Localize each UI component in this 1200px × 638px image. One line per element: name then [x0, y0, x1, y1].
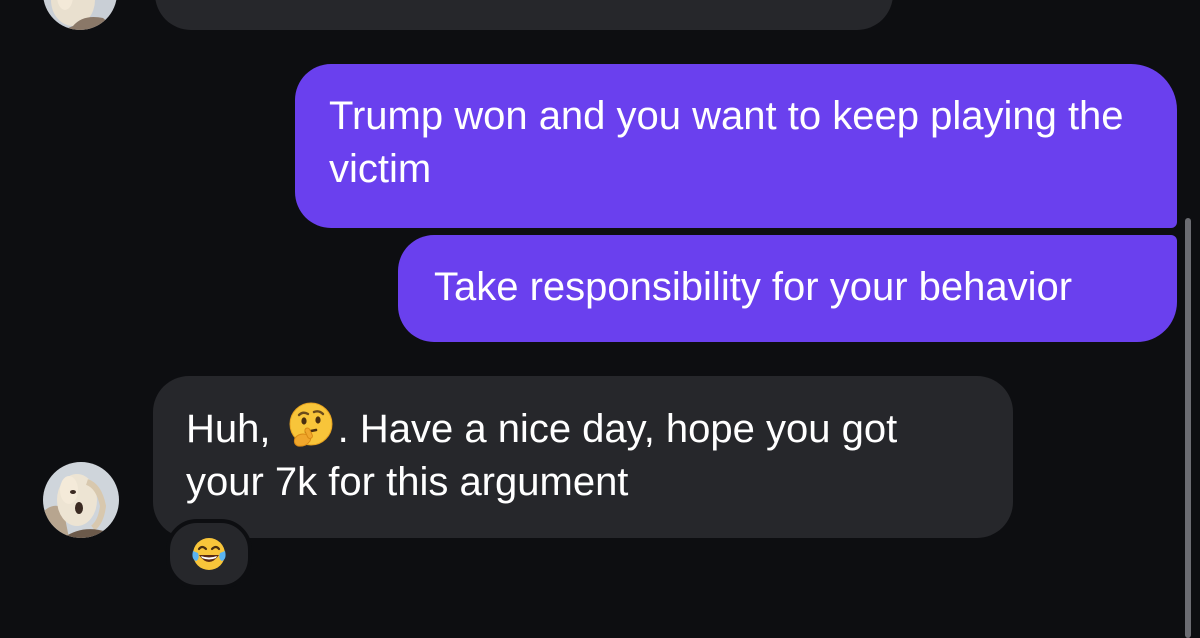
avatar-photo-icon [43, 462, 119, 538]
message-text: Trump won and you want to keep playing t… [329, 94, 1124, 191]
previous-message-bubble[interactable] [155, 0, 893, 30]
scrollbar[interactable] [1185, 218, 1191, 638]
received-message-bubble[interactable]: Huh, . Have a nice day, hope you got you… [153, 376, 1013, 538]
contact-avatar[interactable] [43, 0, 117, 30]
contact-avatar[interactable] [43, 462, 119, 538]
reaction-badge[interactable] [166, 519, 252, 589]
message-text: Take responsibility for your behavior [434, 265, 1073, 309]
sent-message-bubble[interactable]: Trump won and you want to keep playing t… [295, 64, 1177, 228]
message-text-part: Huh, [186, 407, 282, 451]
avatar-photo-icon [43, 0, 117, 30]
sent-message-bubble[interactable]: Take responsibility for your behavior [398, 235, 1177, 342]
face-with-tears-of-joy-icon [192, 538, 226, 570]
thinking-face-icon [286, 400, 336, 450]
